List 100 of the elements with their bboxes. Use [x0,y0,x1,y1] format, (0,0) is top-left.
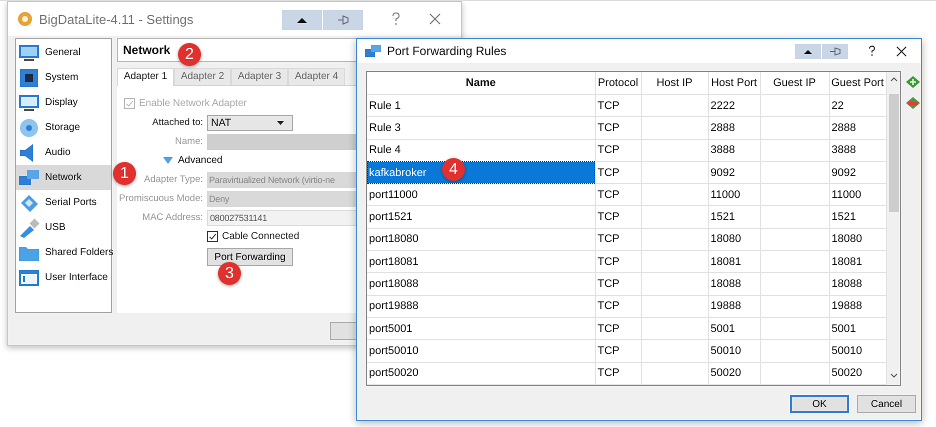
collapse-icon[interactable] [795,44,821,58]
table-cell[interactable]: port50010 [367,340,595,362]
table-cell: TCP [595,340,641,362]
table-cell[interactable]: Rule 1 [367,94,595,117]
field-label: Promiscuous Mode: [118,193,203,204]
table-cell[interactable]: port50020 [367,362,595,384]
table-cell: 3888 [829,139,886,162]
adapter-tab[interactable]: Adapter 1 [117,68,174,86]
table-cell[interactable]: port18081 [367,250,595,273]
table-cell [641,295,708,318]
sidebar-item[interactable]: Audio [16,140,111,165]
table-cell [760,340,829,362]
adapter-tab[interactable]: Adapter 2 [174,68,231,85]
sidebar-item[interactable]: Shared Folders [16,240,111,265]
table-cell: TCP [595,362,641,384]
table-cell[interactable]: port5001 [367,317,595,340]
table-cell [641,94,708,117]
table-cell: 50020 [829,362,886,384]
column-header[interactable]: Host IP [641,72,708,94]
table-cell: TCP [595,228,641,251]
table-cell: 50010 [829,340,886,362]
column-header[interactable]: Protocol [595,72,641,94]
table-cell [760,272,829,296]
window-title: BigDataLite-4.11 - Settings [39,12,194,26]
column-header[interactable]: Host Port [708,72,760,94]
pin-icon[interactable] [822,44,848,58]
scrollbar[interactable] [886,72,900,385]
table-cell[interactable]: port19888 [367,295,595,318]
chip-icon [18,68,40,88]
usb-icon [18,218,40,238]
table-cell [760,317,829,340]
field-label: Adapter Type: [143,174,203,185]
table-cell [760,362,829,384]
add-icon[interactable] [905,74,921,89]
table-cell: 9092 [708,161,760,184]
ok-button[interactable]: OK [790,395,849,413]
window-title: Port Forwarding Rules [387,44,506,58]
table-cell: 3888 [708,139,760,162]
table-cell[interactable]: Rule 3 [367,116,595,140]
check-icon [208,231,217,242]
column-header[interactable]: Guest IP [760,72,829,94]
table-cell: TCP [595,139,641,162]
attached-to-dropdown[interactable]: NAT [207,114,293,130]
sidebar-item[interactable]: Storage [16,115,111,140]
table-cell: 50010 [708,340,760,362]
adapter-tab[interactable]: Adapter 4 [288,68,345,85]
table-cell [760,206,829,228]
network-icon [365,44,381,58]
table-cell: 22 [829,94,886,117]
table-cell: 1521 [708,206,760,228]
column-header[interactable]: Name [367,72,595,94]
table-cell: 18080 [708,228,760,251]
table-cell: TCP [595,206,641,228]
close-icon[interactable] [896,46,907,56]
table-cell: 19888 [708,295,760,318]
table-cell [641,250,708,273]
table-cell [641,228,708,251]
sidebar-item[interactable]: Display [16,90,111,115]
remove-icon[interactable] [905,95,921,110]
table-cell: 11000 [708,184,760,206]
monitor-icon [18,42,40,62]
table-cell: 5001 [829,317,886,340]
sidebar-item[interactable]: Serial Ports [16,190,111,215]
table-cell: TCP [595,116,641,140]
table-cell[interactable]: port18080 [367,228,595,251]
table-cell: TCP [595,272,641,296]
collapse-icon[interactable] [282,10,322,30]
pin-icon[interactable] [323,10,363,30]
table-cell [641,161,708,184]
sidebar-item[interactable]: General [16,40,111,65]
table-cell [760,228,829,251]
column-header[interactable]: Guest Port [829,72,886,94]
table-cell[interactable]: port11000 [367,184,595,206]
table-cell: 18080 [829,228,886,251]
check-icon [125,98,134,109]
table-cell: TCP [595,161,641,184]
table-cell: TCP [595,94,641,117]
table-cell: 1521 [829,206,886,228]
table-cell [760,94,829,117]
table-cell [641,206,708,228]
help-icon[interactable] [868,45,876,57]
sidebar-item[interactable]: User Interface [16,265,111,290]
table-cell: TCP [595,250,641,273]
sidebar-item[interactable]: System [16,65,111,90]
table-cell: 18088 [708,272,760,296]
table-cell [760,184,829,206]
port-forwarding-button[interactable]: Port Forwarding [207,248,293,266]
adapter-tab[interactable]: Adapter 3 [231,68,288,85]
table-cell[interactable]: port18088 [367,272,595,296]
screen-icon [18,92,40,112]
table-cell: 2222 [708,94,760,117]
field-label: Name: [174,136,203,147]
sidebar-item[interactable]: USB [16,215,111,240]
field-label: Attached to: [151,117,203,128]
table-cell [760,295,829,318]
cancel-button[interactable]: Cancel [857,395,916,413]
sidebar-item[interactable]: Network [16,165,111,190]
table-cell [760,116,829,140]
triangle-icon [163,156,173,165]
table-cell[interactable]: port1521 [367,206,595,228]
